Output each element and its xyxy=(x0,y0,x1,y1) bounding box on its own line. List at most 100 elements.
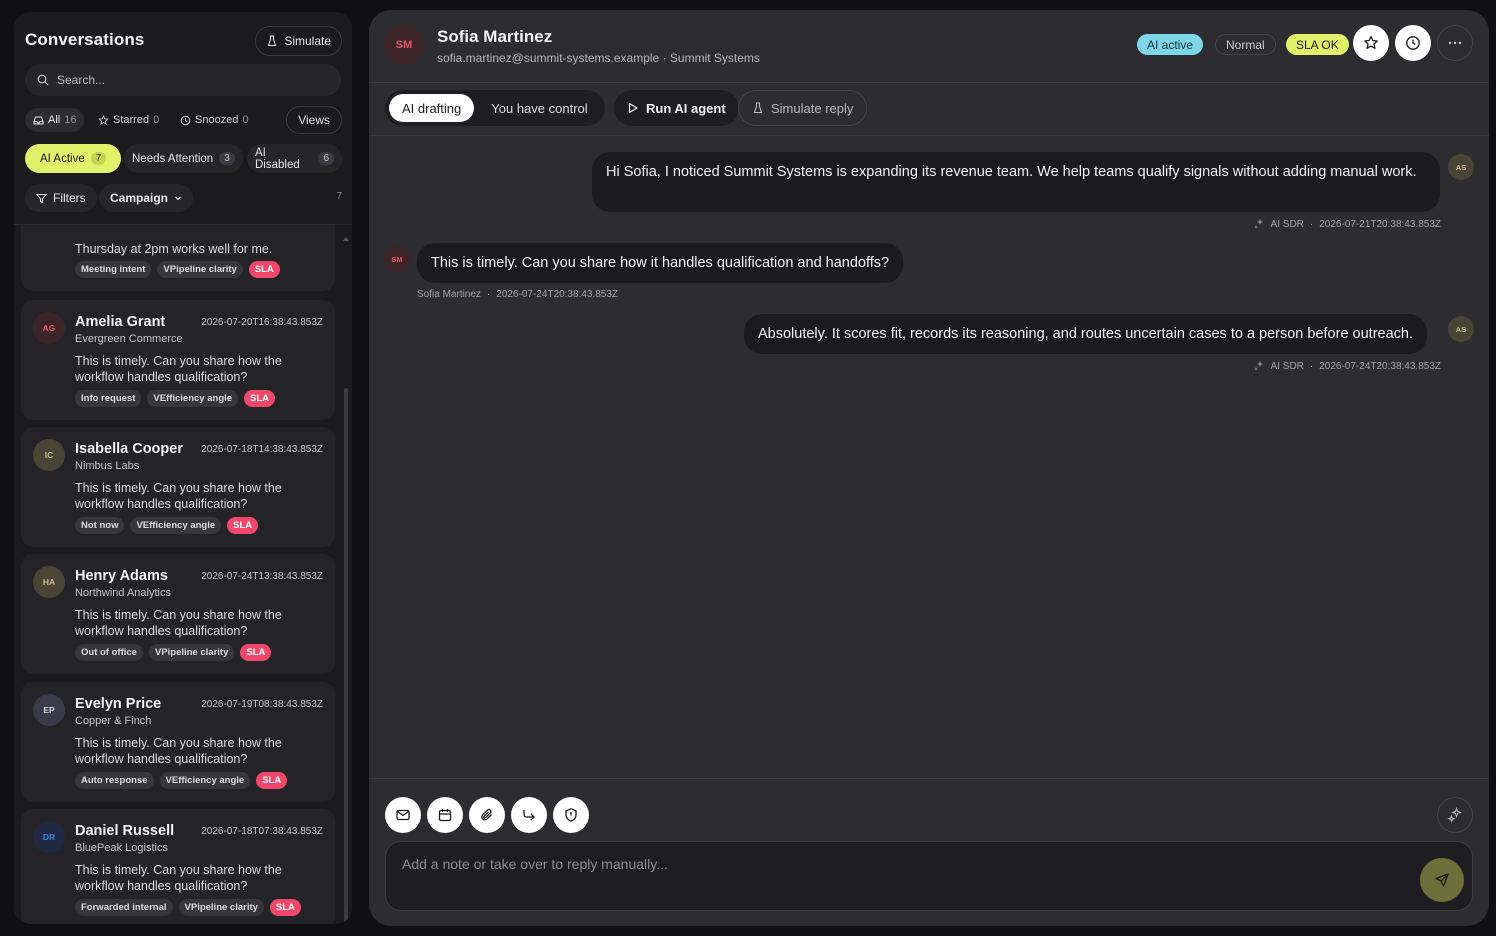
timestamp: 2026-07-19T08:38:43.853Z xyxy=(201,699,323,710)
card-tags: Info request VEfficiency angle SLA xyxy=(75,390,276,407)
conversation-card[interactable]: HA Henry Adams 2026-07-24T13:38:43.853Z … xyxy=(21,554,335,674)
clock-icon xyxy=(180,115,191,125)
card-message: This is timely. Can you share how the wo… xyxy=(75,354,282,384)
campaign-dropdown[interactable]: Campaign xyxy=(99,184,194,212)
simulate-reply-label: Simulate reply xyxy=(771,100,854,116)
search-input[interactable] xyxy=(57,73,317,87)
chip-ai-active-count: 7 xyxy=(90,152,107,165)
card-tags: Auto response VEfficiency angle SLA xyxy=(75,772,288,789)
agent-message-bubble: Hi Sofia, I noticed Summit Systems is ex… xyxy=(592,152,1440,212)
card-message: This is timely. Can you share how the wo… xyxy=(75,736,282,766)
tag: VPipeline clarity xyxy=(148,644,235,661)
simulate-reply-button[interactable]: Simulate reply xyxy=(738,90,868,126)
funnel-icon xyxy=(36,193,47,203)
tab-starred-label: Starred xyxy=(113,114,150,126)
conversation-panel: SM Sofia Martinez sofia.martinez@summit-… xyxy=(369,10,1489,926)
conversation-card[interactable]: AG Amelia Grant 2026-07-20T16:38:43.853Z… xyxy=(21,300,335,420)
agent-avatar: AS xyxy=(1448,316,1474,342)
control-mode-toggle: AI drafting You have control xyxy=(385,90,605,126)
card-tags: Not now VEfficiency angle SLA xyxy=(75,517,259,534)
calendar-icon xyxy=(438,809,452,822)
avatar: AG xyxy=(33,312,65,344)
run-ai-agent-button[interactable]: Run AI agent xyxy=(614,90,739,126)
avatar: HA xyxy=(33,566,65,598)
timestamp: 2026-07-24T13:38:43.853Z xyxy=(201,571,323,582)
agent-avatar: AS xyxy=(1448,154,1474,180)
star-icon xyxy=(1364,35,1378,49)
tab-snoozed-label: Snoozed xyxy=(195,114,239,126)
shield-button[interactable] xyxy=(553,797,589,833)
mode-ai-drafting[interactable]: AI drafting xyxy=(389,94,475,122)
contact-name: Evelyn Price xyxy=(75,696,162,712)
tab-snoozed[interactable]: Snoozed 0 xyxy=(172,108,257,132)
attach-button[interactable] xyxy=(469,797,505,833)
chip-ai-active[interactable]: AI Active 7 xyxy=(25,144,122,173)
contact-name: Henry Adams xyxy=(75,568,168,584)
contact-name: Isabella Cooper xyxy=(75,441,183,457)
tab-starred[interactable]: Starred 0 xyxy=(90,108,167,132)
tag: Meeting intent xyxy=(75,261,152,278)
forward-icon xyxy=(523,810,535,821)
send-button[interactable] xyxy=(1420,858,1464,902)
sla-tag: SLA xyxy=(227,517,259,534)
filters-label: Filters xyxy=(53,191,86,205)
conversation-list: Thursday at 2pm works well for me. Meeti… xyxy=(21,225,335,924)
search-box[interactable] xyxy=(25,64,341,96)
sla-badge: SLA OK xyxy=(1286,34,1349,55)
filters-button[interactable]: Filters xyxy=(25,184,97,212)
tab-all[interactable]: All 16 xyxy=(25,108,85,132)
conversation-card[interactable]: DR Daniel Russell 2026-07-18T07:38:43.85… xyxy=(21,809,335,924)
card-tags: Out of office VPipeline clarity SLA xyxy=(75,644,272,661)
chip-ai-active-label: AI Active xyxy=(40,152,85,165)
sla-tag: SLA xyxy=(248,261,280,278)
status-filter-chips: AI Active 7 Needs Attention 3 AI Disable… xyxy=(25,144,342,174)
message-timestamp: 2026-07-24T20:38:43.853Z xyxy=(1319,360,1441,372)
priority-badge: Normal xyxy=(1215,34,1276,55)
conversation-card[interactable]: EP Evelyn Price 2026-07-19T08:38:43.853Z… xyxy=(21,682,335,802)
message-sender: AI SDR xyxy=(1270,218,1304,230)
company: BluePeak Logistics xyxy=(75,842,168,854)
scroll-up-arrow[interactable] xyxy=(343,237,349,241)
chip-ai-disabled[interactable]: AI Disabled 6 xyxy=(247,144,342,173)
forward-button[interactable] xyxy=(511,797,547,833)
schedule-button[interactable] xyxy=(427,797,463,833)
shield-icon xyxy=(565,808,577,822)
agent-message-bubble: Absolutely. It scores fit, records its r… xyxy=(744,314,1427,354)
tag: Auto response xyxy=(75,772,154,789)
simulate-button[interactable]: Simulate xyxy=(255,26,342,56)
chip-needs-attention[interactable]: Needs Attention 3 xyxy=(124,144,243,173)
conversations-sidebar: Conversations Simulate All 16 Starred 0 xyxy=(14,12,352,924)
sparkle-icon xyxy=(1447,807,1463,823)
chip-ai-disabled-label: AI Disabled xyxy=(255,146,300,171)
conversation-card[interactable]: IC Isabella Cooper 2026-07-18T14:38:43.8… xyxy=(21,427,335,547)
star-button[interactable] xyxy=(1353,25,1389,61)
mode-you-have-control[interactable]: You have control xyxy=(478,94,600,122)
snooze-button[interactable] xyxy=(1395,25,1431,61)
note-input[interactable] xyxy=(402,856,1382,896)
company: Evergreen Commerce xyxy=(75,333,183,345)
ai-assist-button[interactable] xyxy=(1437,797,1473,833)
message-timestamp-sep: · xyxy=(1309,360,1314,372)
simulate-label: Simulate xyxy=(284,34,331,48)
flask-icon xyxy=(753,102,763,114)
sla-tag: SLA xyxy=(244,390,276,407)
timestamp: 2026-07-18T07:38:43.853Z xyxy=(201,826,323,837)
timestamp: 2026-07-20T16:38:43.853Z xyxy=(201,317,323,328)
list-scrollbar[interactable] xyxy=(344,388,348,924)
tag: Out of office xyxy=(75,644,143,661)
contact-avatar: SM xyxy=(384,246,410,272)
avatar: EP xyxy=(33,694,65,726)
conversation-tabs: All 16 Starred 0 Snoozed 0 Views xyxy=(25,106,342,134)
ellipsis-icon xyxy=(1448,41,1462,45)
inbox-icon xyxy=(33,116,44,124)
email-button[interactable] xyxy=(385,797,421,833)
sidebar-title: Conversations xyxy=(25,30,145,49)
message-timestamp: 2026-07-21T20:38:43.853Z xyxy=(1319,218,1441,230)
sparkle-icon xyxy=(1253,361,1263,371)
more-options-button[interactable] xyxy=(1437,25,1473,61)
conversation-card[interactable]: Thursday at 2pm works well for me. Meeti… xyxy=(21,225,335,291)
views-button[interactable]: Views xyxy=(286,106,342,134)
flask-icon xyxy=(268,35,277,47)
run-ai-agent-label: Run AI agent xyxy=(646,100,726,116)
paperclip-icon xyxy=(481,808,492,821)
